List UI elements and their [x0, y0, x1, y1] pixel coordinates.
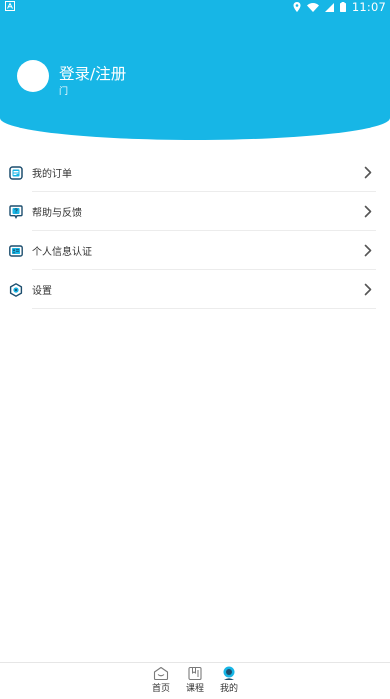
- notification-icon: [5, 1, 15, 11]
- tab-home[interactable]: 首页: [144, 666, 178, 694]
- chevron-right-icon: [364, 283, 372, 296]
- location-icon: [293, 2, 301, 12]
- chevron-right-icon: [364, 205, 372, 218]
- menu-item-my-orders[interactable]: 我的订单: [0, 153, 390, 192]
- settings-icon: [9, 283, 23, 297]
- login-register-link[interactable]: 登录/注册: [59, 62, 126, 84]
- profile-header: 11:07 登录/注册 门: [0, 0, 390, 140]
- menu-label: 个人信息认证: [32, 247, 92, 258]
- profile-icon: [223, 666, 235, 680]
- course-icon: [188, 666, 202, 681]
- tab-label: 我的: [219, 684, 238, 694]
- profile-subtitle: 门: [59, 87, 69, 97]
- chevron-right-icon: [364, 166, 372, 179]
- menu-item-id-verification[interactable]: 个人信息认证: [0, 231, 390, 270]
- menu-label: 我的订单: [32, 169, 72, 180]
- tab-course[interactable]: 课程: [178, 666, 212, 694]
- chevron-right-icon: [364, 244, 372, 257]
- menu-list: 我的订单 帮助与反馈 个人信息认证 设置: [0, 153, 390, 309]
- avatar[interactable]: [17, 60, 49, 92]
- wifi-icon: [306, 2, 319, 12]
- help-icon: [9, 205, 23, 219]
- divider: [32, 308, 376, 309]
- bottom-tab-bar: 首页 课程 我的: [0, 662, 390, 699]
- signal-icon: [324, 2, 334, 12]
- menu-item-settings[interactable]: 设置: [0, 270, 390, 309]
- id-card-icon: [9, 245, 23, 257]
- tab-label: 首页: [151, 684, 170, 694]
- menu-label: 帮助与反馈: [32, 208, 82, 219]
- tab-mine[interactable]: 我的: [212, 666, 246, 694]
- battery-icon: [339, 2, 346, 12]
- order-icon: [9, 166, 23, 180]
- status-time: 11:07: [351, 0, 386, 14]
- home-icon: [153, 666, 169, 681]
- tab-label: 课程: [185, 684, 204, 694]
- menu-item-help-feedback[interactable]: 帮助与反馈: [0, 192, 390, 231]
- menu-label: 设置: [32, 286, 52, 297]
- status-bar: 11:07: [0, 0, 390, 14]
